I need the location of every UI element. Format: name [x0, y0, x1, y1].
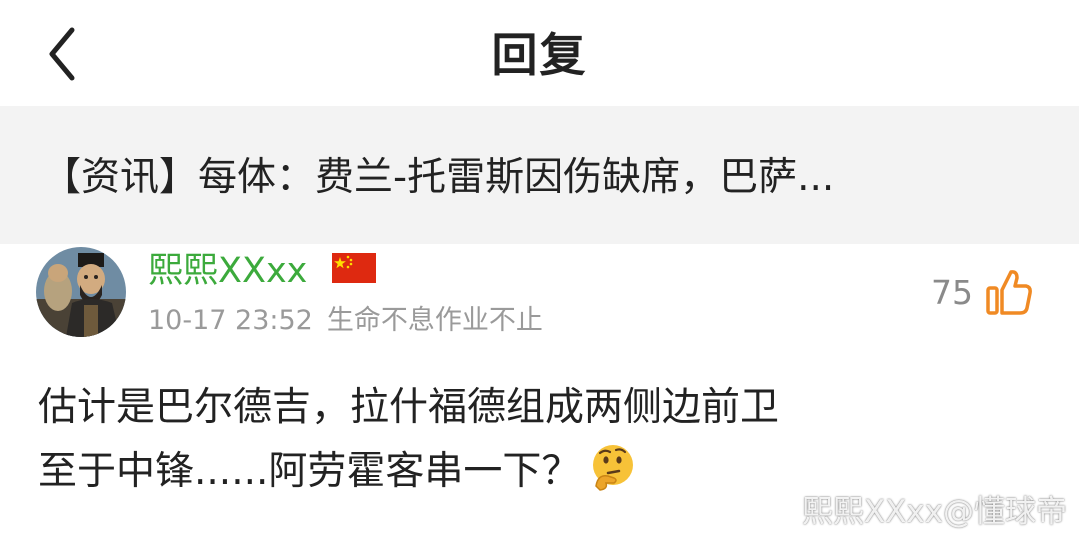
avatar[interactable]: [36, 247, 126, 337]
reply-item: 熙熙XXxx 10-17 23:52 生命不息作业不止 75 估计是巴尔德吉，拉什…: [0, 244, 1079, 543]
avatar-image: [36, 247, 126, 337]
watermark: 熙熙XXxx@懂球帝: [801, 494, 1067, 530]
like-button[interactable]: 75: [931, 264, 1033, 320]
reply-meta: 10-17 23:52 生命不息作业不止: [148, 302, 543, 340]
username[interactable]: 熙熙XXxx: [148, 248, 307, 294]
reply-content: 估计是巴尔德吉，拉什福德组成两侧边前卫 至于中锋......阿劳霍客串一下？: [38, 376, 1038, 504]
user-signature: 生命不息作业不止: [326, 305, 543, 336]
top-navbar: 回复: [0, 0, 1079, 106]
article-title: 【资讯】每体：费兰-托雷斯因伤缺席，巴萨...: [42, 155, 835, 200]
like-count: 75: [931, 272, 973, 312]
reply-timestamp: 10-17 23:52: [148, 305, 313, 336]
page-title: 回复: [491, 28, 588, 82]
thumbs-up-icon: [986, 270, 1032, 315]
thinking-face-icon: [593, 445, 634, 491]
reply-page: 回复 【资讯】每体：费兰-托雷斯因伤缺席，巴萨... 熙熙XXxx 10-17 …: [0, 0, 1079, 543]
china-flag-icon: [332, 253, 376, 283]
reply-line-2-text: 至于中锋......阿劳霍客串一下？: [38, 449, 581, 494]
article-banner[interactable]: 【资讯】每体：费兰-托雷斯因伤缺席，巴萨...: [0, 106, 1079, 244]
reply-line-1: 估计是巴尔德吉，拉什福德组成两侧边前卫: [38, 385, 780, 430]
